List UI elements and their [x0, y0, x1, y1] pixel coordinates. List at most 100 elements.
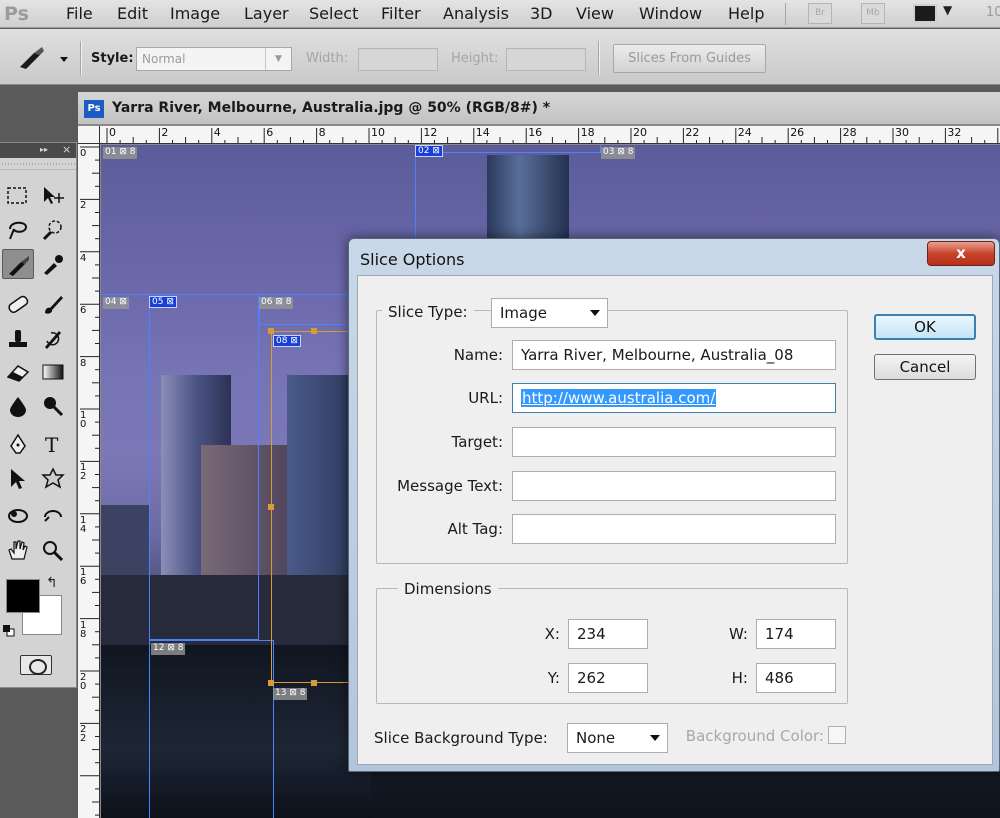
eyedropper-tool[interactable]	[37, 249, 69, 279]
slice-handle[interactable]	[311, 328, 317, 334]
mini-bridge-button[interactable]: Mb	[861, 3, 885, 24]
h-label: H:	[731, 669, 748, 687]
slice-tag-05[interactable]: 05 ⊠	[149, 296, 177, 308]
close-icon[interactable]: ×	[62, 143, 71, 156]
menu-image[interactable]: Image	[170, 0, 220, 28]
history-brush-tool[interactable]	[37, 323, 69, 353]
blur-tool[interactable]	[2, 391, 34, 421]
slice-tag-03[interactable]: 03 ⊠ 8	[601, 147, 636, 159]
slice-tag-08[interactable]: 08 ⊠	[273, 335, 301, 347]
document-tab[interactable]: Ps Yarra River, Melbourne, Australia.jpg…	[78, 92, 1000, 125]
slice-handle[interactable]	[268, 504, 274, 510]
close-button[interactable]: x	[927, 241, 995, 266]
h-field[interactable]: 486	[756, 663, 836, 693]
slice-handle[interactable]	[311, 680, 317, 686]
ruler-label: 0	[80, 148, 87, 159]
document-title: Yarra River, Melbourne, Australia.jpg @ …	[112, 100, 551, 116]
horizontal-ruler[interactable]: 0 2 4 6 8 10 12 14 16 18 20 22 24 26 28 30 32	[100, 126, 1000, 144]
menu-layer[interactable]: Layer	[244, 0, 289, 28]
bridge-button[interactable]: Br	[808, 3, 832, 24]
slice-type-select[interactable]: Image	[491, 298, 608, 328]
y-label: Y:	[547, 669, 560, 687]
slice-handle[interactable]	[268, 680, 274, 686]
default-colors-icon[interactable]	[3, 625, 15, 637]
background-color-label: Background Color:	[685, 727, 824, 745]
options-separator	[80, 41, 82, 75]
ruler-label: 32	[947, 126, 962, 139]
height-input[interactable]	[506, 48, 586, 71]
gradient-tool[interactable]	[37, 357, 69, 387]
pen-tool[interactable]	[2, 429, 34, 459]
slice-tag-13[interactable]: 13 ⊠ 8	[273, 688, 308, 700]
y-field[interactable]: 262	[568, 663, 648, 693]
collapse-icon[interactable]: ▸▸	[40, 145, 48, 154]
selected-slice[interactable]	[271, 331, 357, 683]
cancel-button[interactable]: Cancel	[874, 354, 976, 380]
hand-tool[interactable]	[2, 535, 34, 565]
type-tool[interactable]: T	[37, 429, 69, 459]
w-field[interactable]: 174	[756, 619, 836, 649]
eraser-tool[interactable]	[2, 357, 34, 387]
quick-selection-tool[interactable]	[37, 215, 69, 245]
brush-tool[interactable]	[37, 289, 69, 319]
menu-analysis[interactable]: Analysis	[443, 0, 509, 28]
marquee-tool[interactable]	[2, 181, 34, 211]
name-label: Name:	[453, 346, 503, 364]
target-field[interactable]	[512, 427, 836, 457]
background-color-swatch[interactable]	[828, 726, 846, 744]
slice-options-dialog: Slice Options x Slice Type: Image Name: …	[348, 238, 1000, 772]
message-text-field[interactable]	[512, 471, 836, 501]
zoom-tool[interactable]	[37, 535, 69, 565]
name-field[interactable]: Yarra River, Melbourne, Australia_08	[512, 340, 836, 370]
slice-tool[interactable]	[2, 249, 34, 279]
url-field[interactable]: http://www.australia.com/	[512, 383, 836, 413]
dodge-tool[interactable]	[37, 391, 69, 421]
ruler-origin[interactable]	[78, 126, 100, 144]
width-input[interactable]	[358, 48, 438, 71]
w-label: W:	[728, 625, 748, 643]
ruler-label: 28	[842, 126, 857, 139]
chevron-down-icon[interactable]: ▼	[943, 3, 952, 17]
menu-file[interactable]: File	[66, 0, 93, 28]
menu-filter[interactable]: Filter	[381, 0, 421, 28]
quick-mask-icon[interactable]	[20, 655, 52, 675]
url-value: http://www.australia.com/	[521, 389, 717, 407]
zoom-level[interactable]: 10	[986, 5, 1000, 20]
foreground-color-swatch[interactable]	[6, 579, 40, 613]
clone-stamp-tool[interactable]	[2, 323, 34, 353]
slice-tag-02[interactable]: 02 ⊠	[415, 145, 443, 157]
ok-button[interactable]: OK	[874, 314, 976, 340]
menu-select[interactable]: Select	[309, 0, 358, 28]
menu-window[interactable]: Window	[639, 0, 702, 28]
vertical-ruler[interactable]: 0 2 4 6 8 10 12 14 16 18 20 22	[78, 144, 100, 818]
custom-shape-tool[interactable]	[37, 463, 69, 493]
healing-brush-tool[interactable]	[2, 289, 34, 319]
slices-from-guides-button[interactable]: Slices From Guides	[613, 44, 766, 73]
lasso-tool[interactable]	[2, 215, 34, 245]
tools-panel-header[interactable]: ▸▸ ×	[0, 143, 76, 158]
slice-knife-icon	[9, 256, 29, 276]
3d-orbit-tool[interactable]	[37, 501, 69, 531]
slice-tag-12[interactable]: 12 ⊠ 8	[151, 643, 186, 655]
menu-help[interactable]: Help	[728, 0, 764, 28]
ruler-label: 0	[109, 126, 116, 139]
menu-3d[interactable]: 3D	[530, 0, 553, 28]
slice-tag-01[interactable]: 01 ⊠ 8	[103, 147, 138, 159]
x-field[interactable]: 234	[568, 619, 648, 649]
3d-rotate-tool[interactable]	[2, 501, 34, 531]
tool-preset-picker[interactable]	[14, 45, 70, 73]
swap-colors-icon[interactable]: ↰	[46, 575, 58, 591]
width-label: Width:	[306, 51, 349, 66]
screen-mode-icon[interactable]	[913, 4, 937, 23]
slice-tag-06[interactable]: 06 ⊠ 8	[259, 297, 294, 309]
style-select[interactable]: Normal ▼	[136, 47, 292, 71]
menu-view[interactable]: View	[576, 0, 614, 28]
slice-handle[interactable]	[268, 328, 274, 334]
menu-edit[interactable]: Edit	[117, 0, 148, 28]
slice-background-type-select[interactable]: None	[567, 723, 668, 753]
slice-tag-04[interactable]: 04 ⊠	[103, 297, 129, 309]
path-selection-tool[interactable]	[2, 463, 34, 493]
alt-tag-field[interactable]	[512, 514, 836, 544]
move-tool[interactable]	[37, 181, 69, 211]
panel-grip[interactable]	[0, 158, 76, 170]
